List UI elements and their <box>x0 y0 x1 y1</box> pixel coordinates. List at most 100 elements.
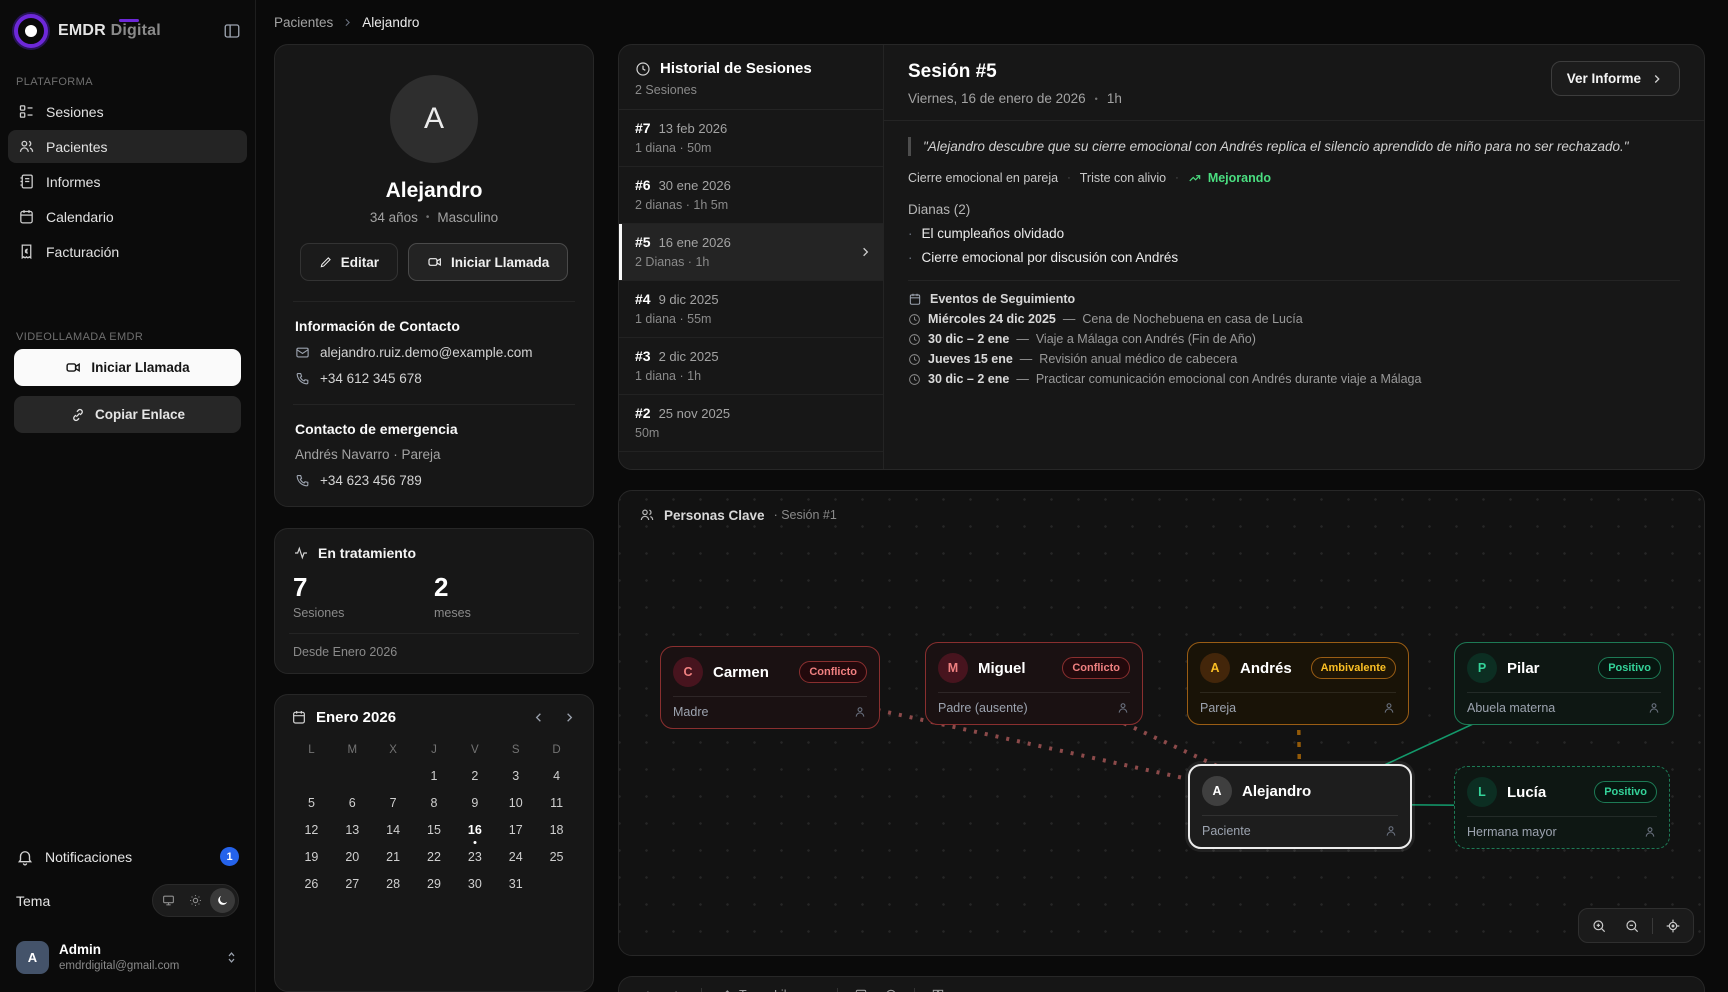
view-report-button[interactable]: Ver Informe <box>1551 61 1680 96</box>
calendar-day[interactable]: 20 <box>332 844 373 870</box>
shape-circle-icon[interactable] <box>884 988 898 992</box>
calendar-day[interactable]: 29 <box>414 871 455 897</box>
calendar-day[interactable]: 18 <box>536 817 577 843</box>
copy-link-button[interactable]: Copiar Enlace <box>14 396 241 433</box>
person-node-carmen[interactable]: CCarmenConflictoMadre <box>660 646 880 729</box>
session-history-item-4[interactable]: #49 dic 20251 diana · 55m <box>619 281 883 338</box>
zoom-out-icon[interactable] <box>1617 913 1647 938</box>
calendar-day[interactable]: 21 <box>373 844 414 870</box>
shape-square-icon[interactable] <box>854 988 868 992</box>
patient-actions: Editar Iniciar Llamada <box>295 243 573 281</box>
calendar-icon <box>18 208 35 225</box>
relationship-badge: Positivo <box>1598 657 1661 679</box>
treatment-since: Desde Enero 2026 <box>293 645 575 659</box>
calendar-day[interactable]: 14 <box>373 817 414 843</box>
session-quote: "Alejandro descubre que su cierre emocio… <box>908 137 1680 156</box>
person-icon <box>1384 824 1398 838</box>
calendar-day[interactable]: 15 <box>414 817 455 843</box>
calendar-day[interactable]: 8 <box>414 790 455 816</box>
redo-icon[interactable] <box>670 988 685 992</box>
sidebar-collapse-icon[interactable] <box>223 22 241 40</box>
person-node-pilar[interactable]: PPilarPositivoAbuela materna <box>1454 642 1674 725</box>
calendar-day-selected[interactable]: 16 <box>454 817 495 843</box>
free-stroke-tool[interactable]: Trazo Libre <box>718 988 821 992</box>
session-history-item-5[interactable]: #516 ene 20262 Dianas · 1h <box>619 224 883 281</box>
calendar-day[interactable]: 19 <box>291 844 332 870</box>
calendar-day[interactable]: 6 <box>332 790 373 816</box>
emdr-logo-icon <box>14 14 48 48</box>
main-area: Pacientes Alejandro A Alejandro 34 años … <box>256 0 1728 992</box>
calendar-day[interactable]: 5 <box>291 790 332 816</box>
relationship-badge: Conflicto <box>799 661 867 683</box>
breadcrumb-parent[interactable]: Pacientes <box>274 15 333 30</box>
calendar-day[interactable]: 7 <box>373 790 414 816</box>
grid-icon[interactable] <box>931 988 945 992</box>
calendar-day[interactable]: 9 <box>454 790 495 816</box>
calendar-day[interactable]: 12 <box>291 817 332 843</box>
sidebar-item-informes[interactable]: Informes <box>8 165 247 198</box>
calendar-day[interactable]: 10 <box>495 790 536 816</box>
person-node-alejandro[interactable]: AAlejandroPaciente <box>1188 764 1412 849</box>
session-history-item-2[interactable]: #225 nov 202550m <box>619 395 883 452</box>
calendar-day[interactable]: 17 <box>495 817 536 843</box>
patient-email: alejandro.ruiz.demo@example.com <box>320 345 533 360</box>
calendar-day[interactable]: 4 <box>536 763 577 789</box>
calendar-day[interactable]: 3 <box>495 763 536 789</box>
calendar-day[interactable]: 22 <box>414 844 455 870</box>
session-history-item-7[interactable]: #713 feb 20261 diana · 50m <box>619 110 883 167</box>
calendar-day[interactable]: 27 <box>332 871 373 897</box>
start-call-button[interactable]: Iniciar Llamada <box>14 349 241 386</box>
treatment-stats: 7 Sesiones 2 meses <box>293 573 575 620</box>
node-name: Alejandro <box>1242 783 1398 800</box>
sidebar-item-pacientes[interactable]: Pacientes <box>8 130 247 163</box>
chevron-right-icon[interactable] <box>562 710 577 725</box>
weekday-label: D <box>536 738 577 762</box>
sidebar-item-calendario[interactable]: Calendario <box>8 200 247 233</box>
theme-dark-icon[interactable] <box>210 888 235 913</box>
sidebar-bottom: Notificaciones 1 Tema A Admin emdrdigita… <box>0 837 255 992</box>
stat-months: 2 meses <box>434 573 575 620</box>
sidebar-item-sesiones[interactable]: Sesiones <box>8 95 247 128</box>
calendar-day[interactable]: 23 <box>454 844 495 870</box>
graph-stage[interactable]: CCarmenConflictoMadre MMiguelConflictoPad… <box>619 491 1704 955</box>
calendar-day[interactable]: 26 <box>291 871 332 897</box>
session-history-item-3[interactable]: #32 dic 20251 diana · 1h <box>619 338 883 395</box>
calendar-day[interactable]: 30 <box>454 871 495 897</box>
person-node-lucia[interactable]: LLucíaPositivoHermana mayor <box>1454 766 1670 849</box>
calendar-day[interactable]: 28 <box>373 871 414 897</box>
user-email: emdrdigital@gmail.com <box>59 959 214 973</box>
calendar-day[interactable]: 13 <box>332 817 373 843</box>
calendar-day[interactable]: 31 <box>495 871 536 897</box>
weekday-label: M <box>332 738 373 762</box>
patient-start-call-button[interactable]: Iniciar Llamada <box>408 243 568 281</box>
person-node-miguel[interactable]: MMiguelConflictoPadre (ausente) <box>925 642 1143 725</box>
calendar-day[interactable]: 25 <box>536 844 577 870</box>
calendar-day[interactable]: 1 <box>414 763 455 789</box>
center-view-icon[interactable] <box>1658 913 1688 938</box>
calendar-day[interactable]: 11 <box>536 790 577 816</box>
session-history-item-6[interactable]: #630 ene 20262 dianas · 1h 5m <box>619 167 883 224</box>
weekday-label: X <box>373 738 414 762</box>
theme-system-icon[interactable] <box>156 888 181 913</box>
zoom-in-icon[interactable] <box>1584 913 1614 938</box>
follow-up-event: Jueves 15 ene—Revisión anual médico de c… <box>908 352 1680 366</box>
chevrons-up-down-icon <box>224 950 239 965</box>
user-meta: Admin emdrdigital@gmail.com <box>59 942 214 973</box>
drawing-toolbar: Trazo Libre <box>618 976 1705 992</box>
calendar-day[interactable]: 2 <box>454 763 495 789</box>
edit-button[interactable]: Editar <box>300 243 398 281</box>
node-role: Pareja <box>1200 701 1382 715</box>
person-node-andres[interactable]: AAndrésAmbivalentePareja <box>1187 642 1409 725</box>
pen-icon <box>718 988 732 992</box>
sidebar-item-facturacion[interactable]: Facturación <box>8 235 247 268</box>
clock-icon <box>908 313 921 326</box>
notifications-item[interactable]: Notificaciones 1 <box>0 837 255 876</box>
chevron-left-icon[interactable] <box>531 710 546 725</box>
user-menu[interactable]: A Admin emdrdigital@gmail.com <box>10 933 245 982</box>
calendar-icon <box>291 709 307 725</box>
calendar-day[interactable]: 24 <box>495 844 536 870</box>
undo-icon[interactable] <box>639 988 654 992</box>
session-card: Historial de Sesiones 2 Sesiones #713 fe… <box>618 44 1705 470</box>
video-camera-icon <box>427 254 443 270</box>
theme-light-icon[interactable] <box>183 888 208 913</box>
